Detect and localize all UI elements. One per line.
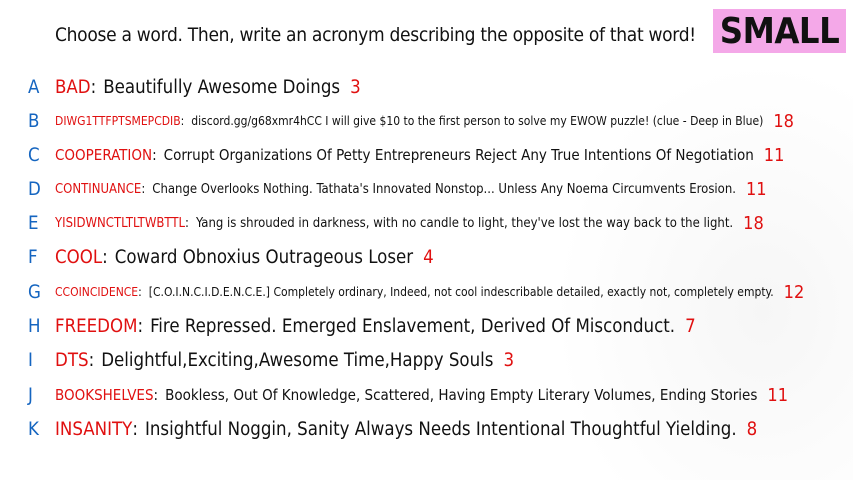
- entry-content: BOOKSHELVES: Bookless, Out Of Knowledge,…: [55, 385, 788, 406]
- entry-letter: I: [28, 349, 33, 371]
- entry-content: COOPERATION: Corrupt Organizations Of Pe…: [55, 145, 784, 166]
- entry-score: 4: [423, 246, 434, 268]
- entry-content: YISIDWNCTLTLTWBTTL: Yang is shrouded in …: [55, 213, 764, 234]
- entry-content: DTS: Delightful,Exciting,Awesome Time,Ha…: [55, 350, 514, 371]
- entry-letter: B: [28, 110, 40, 132]
- entry-colon: :: [153, 386, 159, 404]
- entry-acronym: Corrupt Organizations Of Petty Entrepren…: [163, 146, 754, 164]
- entry-acronym: Coward Obnoxius Outrageous Loser: [114, 246, 414, 268]
- entry-content: COOL: Coward Obnoxius Outrageous Loser 4: [55, 247, 434, 268]
- entry-colon: :: [141, 181, 146, 197]
- entry-content: CCOINCIDENCE: [C.O.I.N.C.I.D.E.N.C.E.] C…: [55, 282, 804, 303]
- entry-content: INSANITY: Insightful Noggin, Sanity Alwa…: [55, 419, 757, 440]
- entry-score: 8: [746, 418, 758, 440]
- entry-letter: G: [28, 281, 41, 303]
- entry-letter: A: [28, 76, 40, 98]
- entry-colon: :: [88, 349, 95, 371]
- entry-score: 11: [763, 144, 785, 166]
- size-badge-label: SMALL: [719, 10, 840, 52]
- entry-word: CCOINCIDENCE: [55, 285, 139, 299]
- entry-letter: C: [28, 144, 40, 166]
- entry-acronym: discord.gg/g68xmr4hCC I will give $10 to…: [191, 114, 764, 128]
- entry-acronym: [C.O.I.N.C.I.D.E.N.C.E.] Completely ordi…: [148, 285, 774, 299]
- size-badge: SMALL: [713, 9, 846, 53]
- entry-score: 12: [783, 281, 805, 303]
- entry-content: DIWG1TTFPTSMEPCDIB: discord.gg/g68xmr4hC…: [55, 111, 794, 132]
- entry-word: COOPERATION: [55, 146, 153, 164]
- entry-word: CONTINUANCE: [55, 181, 142, 197]
- entry-score: 3: [350, 76, 361, 98]
- entry-word: YISIDWNCTLTLTWBTTL: [55, 215, 185, 231]
- entry-word: INSANITY: [55, 418, 133, 440]
- entry-content: CONTINUANCE: Change Overlooks Nothing. T…: [55, 179, 767, 200]
- entry-score: 18: [773, 110, 794, 132]
- entry-acronym: Insightful Noggin, Sanity Always Needs I…: [144, 418, 737, 440]
- entry-colon: :: [132, 418, 138, 440]
- entry-content: BAD: Beautifully Awesome Doings 3: [55, 77, 361, 98]
- entry-colon: :: [90, 76, 97, 98]
- entry-letter: J: [28, 384, 33, 406]
- entry-content: FREEDOM: Fire Repressed. Emerged Enslave…: [55, 316, 696, 337]
- entry-score: 18: [743, 212, 764, 234]
- entry-word: BOOKSHELVES: [55, 386, 154, 404]
- entry-acronym: Beautifully Awesome Doings: [103, 76, 341, 98]
- entry-score: 11: [745, 178, 767, 200]
- entry-colon: :: [102, 246, 108, 268]
- entry-letter: D: [28, 178, 41, 200]
- entry-acronym: Bookless, Out Of Knowledge, Scattered, H…: [165, 386, 758, 404]
- entry-word: FREEDOM: [55, 315, 138, 337]
- entry-acronym: Change Overlooks Nothing. Tathata's Inno…: [152, 181, 736, 197]
- entry-score: 7: [685, 315, 696, 337]
- entry-score: 3: [503, 349, 515, 371]
- entry-score: 11: [767, 384, 789, 406]
- prompt-text: Choose a word. Then, write an acronym de…: [55, 24, 696, 46]
- entry-letter: F: [28, 246, 38, 268]
- entry-acronym: Yang is shrouded in darkness, with no ca…: [195, 215, 734, 231]
- entry-colon: :: [137, 315, 144, 337]
- entry-colon: :: [184, 215, 189, 231]
- entry-colon: :: [152, 146, 157, 164]
- entry-letter: H: [28, 315, 41, 337]
- entry-word: COOL: [55, 246, 103, 268]
- entry-acronym: Fire Repressed. Emerged Enslavement, Der…: [150, 315, 676, 337]
- entry-word: DTS: [55, 349, 89, 371]
- entry-letter: E: [28, 212, 39, 234]
- entry-word: DIWG1TTFPTSMEPCDIB: [55, 114, 181, 128]
- entry-colon: :: [180, 114, 185, 128]
- entry-word: BAD: [55, 76, 91, 98]
- entry-acronym: Delightful,Exciting,Awesome Time,Happy S…: [101, 349, 494, 371]
- entry-colon: :: [138, 285, 142, 299]
- entry-letter: K: [28, 418, 39, 440]
